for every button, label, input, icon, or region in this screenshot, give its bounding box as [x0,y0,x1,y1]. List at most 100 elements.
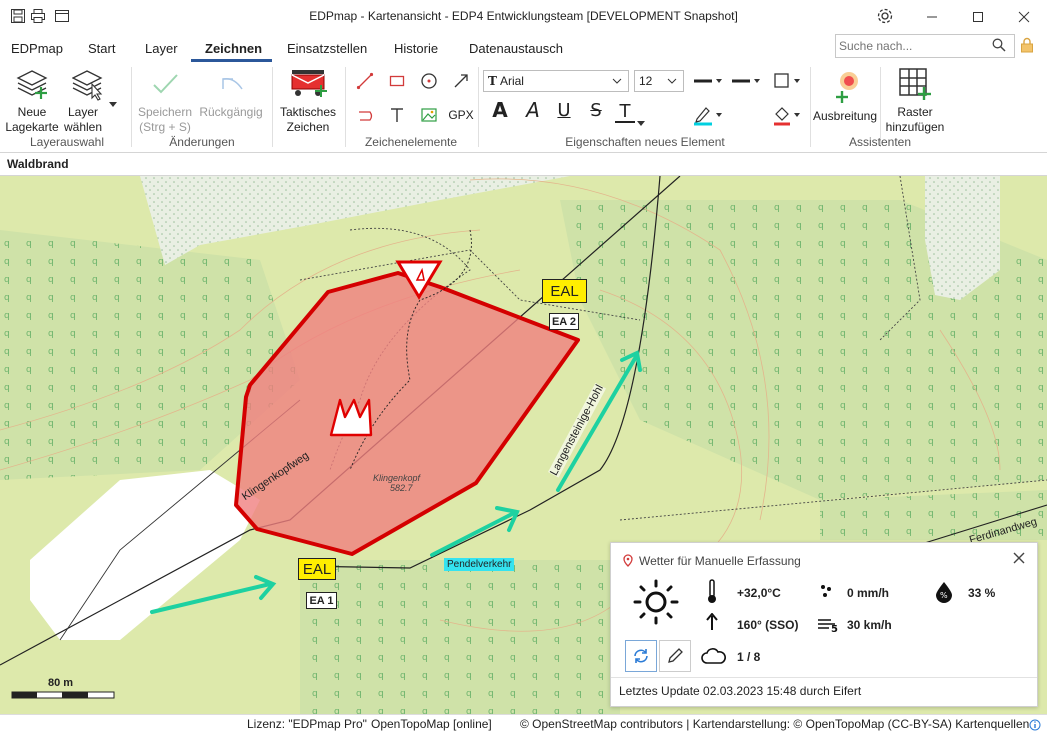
save-label: Speichern [137,105,193,119]
polyline-tool-icon[interactable] [354,104,376,126]
status-bar: Lizenz: "EDPmap Pro" OpenTopoMap [online… [0,714,1047,734]
forest-area [300,560,620,714]
last-update-text: Letztes Update 02.03.2023 15:48 durch Ei… [619,684,862,698]
cloud-icon [701,648,726,664]
tactical-vehicle-icon [291,70,327,97]
chevron-down-icon[interactable] [109,96,117,110]
circle-tool-icon[interactable] [418,70,440,92]
tab-datenaustausch[interactable]: Datenaustausch [469,41,563,56]
humidity-value: 33 % [968,586,996,600]
scale-bar [11,691,115,699]
window-icon[interactable] [52,6,72,26]
italic-button[interactable]: A [522,100,544,120]
ea1-label[interactable]: EA 1 [306,592,337,609]
tab-einsatzstellen[interactable]: Einsatzstellen [287,41,367,56]
elevation-label: 582.7 [390,483,413,493]
search-input[interactable] [836,35,986,57]
search-box[interactable] [835,34,1015,58]
title-bar: EDPmap - Kartenansicht - EDP4 Entwicklun… [0,0,1047,33]
tab-historie[interactable]: Historie [394,41,438,56]
wind-direction-value: 160° (SSO) [737,618,799,632]
fill-color-dropdown[interactable] [772,104,806,126]
maximize-button[interactable] [955,0,1001,33]
info-icon[interactable] [1029,719,1041,734]
line-width-dropdown[interactable] [692,70,726,92]
edit-button[interactable] [659,640,691,672]
layers-add-icon [16,70,48,99]
strikethrough-button[interactable]: S [585,102,607,120]
pendelverkehr-label[interactable]: Pendelverkehr [444,558,515,571]
rectangle-tool-icon[interactable] [386,70,408,92]
eal-marker-2[interactable]: EAL [542,279,587,303]
ea2-label[interactable]: EA 2 [549,313,579,330]
refresh-button[interactable] [625,640,657,672]
underline-button[interactable]: U [553,102,575,120]
precipitation-icon [821,585,831,597]
chevron-down-icon[interactable] [637,115,645,129]
font-select[interactable]: T Arial [483,70,629,92]
temperature-value: +32,0°C [737,586,781,600]
separator [810,67,811,147]
group-aenderungen: Änderungen [169,135,235,149]
tactical-label: Taktisches [279,105,337,119]
undo-icon [222,77,243,90]
close-button[interactable] [1001,0,1047,33]
weather-title: Wetter für Manuelle Erfassung [639,554,801,568]
save-shortcut-label: (Strg + S) [139,120,191,134]
separator [611,677,1037,678]
line-tool-icon[interactable] [354,70,376,92]
scale-label: 80 m [48,677,74,689]
text-tool-icon[interactable] [386,104,408,126]
new-map-button[interactable]: Neue Lagekarte [4,67,60,135]
wind-direction-icon [706,613,718,630]
bold-button[interactable]: A [489,100,511,120]
tab-layer[interactable]: Layer [145,41,178,56]
gpx-button[interactable]: GPX [448,108,474,123]
cloud-cover-value: 1 / 8 [737,650,761,664]
attribution-text: © OpenStreetMap contributors | Kartendar… [520,717,1030,731]
add-grid-label: Raster [897,105,933,119]
chevron-down-icon [612,78,622,84]
font-size-select[interactable]: 12 [634,70,684,92]
eal-marker-1[interactable]: EAL [298,558,336,580]
choose-layer-label-2: wählen [63,120,103,134]
arrow-tool-icon[interactable] [450,70,472,92]
print-icon[interactable] [28,6,48,26]
undo-button[interactable]: Rückgängig [196,67,266,120]
tab-edpmap[interactable]: EDPmap [11,41,63,56]
separator [131,67,132,147]
add-grid-button[interactable]: Raster hinzufügen [882,67,948,135]
save-icon[interactable] [8,6,28,26]
text-color-button[interactable]: T [615,103,635,123]
license-text: Lizenz: "EDPmap Pro" [247,717,367,731]
font-size-value: 12 [639,74,653,88]
refresh-icon [634,649,648,663]
new-map-label: Neue [17,105,47,119]
save-button[interactable]: Speichern (Strg + S) [134,67,196,135]
tab-zeichnen[interactable]: Zeichnen [205,41,262,56]
humidity-icon: % [936,582,952,603]
spread-icon [836,72,858,103]
lock-icon[interactable] [1020,37,1034,56]
klingenkopf-label: Klingenkopf [373,473,421,483]
tab-start[interactable]: Start [88,41,115,56]
tactical-symbol-button[interactable]: Taktisches Zeichen [276,67,340,135]
image-tool-icon[interactable] [418,104,440,126]
search-icon[interactable] [992,38,1006,55]
document-tab-waldbrand[interactable]: Waldbrand [7,157,69,171]
weather-panel: Wetter für Manuelle Erfassung +32,0°C 0 … [610,542,1038,707]
line-style-dropdown[interactable] [730,70,764,92]
group-zeichenelemente: Zeichenelemente [364,135,458,149]
document-tab-bar: Waldbrand [0,153,1047,176]
checkmark-icon [153,74,178,94]
pen-color-dropdown[interactable] [692,104,726,126]
wind-speed-value: 30 km/h [847,618,892,632]
spread-button[interactable]: Ausbreitung [812,67,878,124]
undo-label: Rückgängig [199,105,263,119]
border-dropdown[interactable] [772,70,806,92]
gear-icon[interactable] [875,6,895,26]
close-icon[interactable] [1013,552,1025,567]
separator [478,67,479,147]
separator [272,67,273,147]
minimize-button[interactable] [909,0,955,33]
